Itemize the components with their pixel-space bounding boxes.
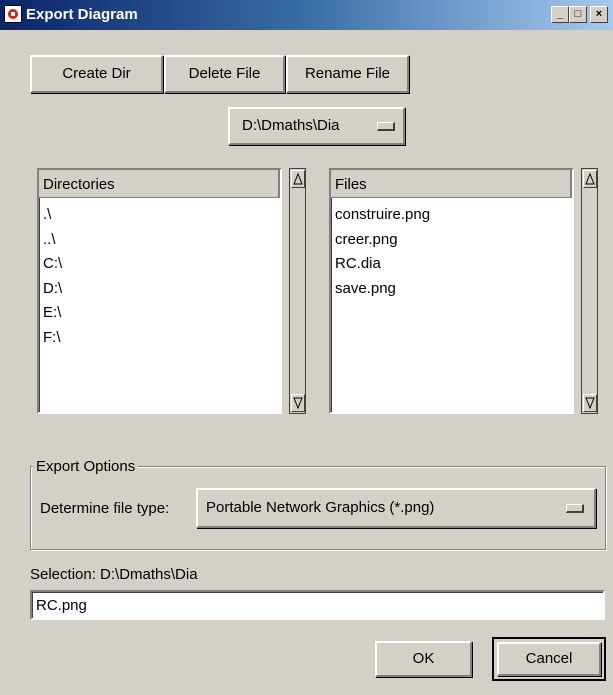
file-type-value: Portable Network Graphics (*.png) (206, 499, 435, 516)
directory-list-item[interactable]: ..\ (43, 228, 62, 253)
scroll-up-arrow-icon[interactable] (583, 170, 597, 188)
file-type-option-menu[interactable]: Portable Network Graphics (*.png) (196, 488, 596, 528)
maximize-button[interactable]: □ (569, 6, 587, 23)
export-options-legend: Export Options (33, 458, 139, 475)
directory-list-item[interactable]: E:\ (43, 301, 62, 326)
maximize-icon: □ (574, 8, 582, 20)
files-header: Files (331, 170, 572, 198)
cancel-button[interactable]: Cancel (497, 642, 601, 676)
rename-file-button[interactable]: Rename File (286, 55, 409, 93)
file-list-item[interactable]: construire.png (335, 203, 430, 228)
scroll-down-arrow-icon[interactable] (291, 394, 305, 412)
scroll-up-arrow-icon[interactable] (291, 170, 305, 188)
file-list-item[interactable]: RC.dia (335, 252, 430, 277)
file-type-label: Determine file type: (40, 500, 170, 517)
directory-list-item[interactable]: .\ (43, 203, 62, 228)
selection-input[interactable] (30, 590, 605, 620)
create-dir-button[interactable]: Create Dir (30, 55, 163, 93)
file-list-item[interactable]: save.png (335, 277, 430, 302)
path-option-menu[interactable]: D:\Dmaths\Dia (228, 107, 405, 145)
dropdown-indicator-icon (566, 504, 584, 513)
minimize-icon: _ (556, 8, 564, 20)
path-option-value: D:\Dmaths\Dia (242, 117, 340, 134)
directories-header: Directories (39, 170, 280, 198)
app-icon (4, 5, 22, 23)
file-list-item[interactable]: creer.png (335, 228, 430, 253)
window-title: Export Diagram (26, 6, 138, 23)
directory-list-item[interactable]: C:\ (43, 252, 62, 277)
dropdown-indicator-icon (377, 122, 395, 131)
directory-list-item[interactable]: F:\ (43, 326, 62, 351)
close-icon: × (595, 8, 603, 20)
files-scrollbar[interactable] (581, 168, 598, 414)
selection-label: Selection: D:\Dmaths\Dia (30, 566, 198, 583)
ok-button[interactable]: OK (375, 641, 472, 677)
delete-file-button[interactable]: Delete File (164, 55, 285, 93)
directories-list[interactable]: Directories .\ ..\ C:\ D:\ E:\ F:\ (37, 168, 282, 414)
files-list[interactable]: Files construire.png creer.png RC.dia save.… (329, 168, 574, 414)
close-button[interactable]: × (590, 6, 608, 23)
scroll-down-arrow-icon[interactable] (583, 394, 597, 412)
title-bar[interactable]: Export Diagram _ □ × (0, 0, 613, 30)
minimize-button[interactable]: _ (551, 6, 569, 23)
directory-list-item[interactable]: D:\ (43, 277, 62, 302)
directories-scrollbar[interactable] (289, 168, 306, 414)
